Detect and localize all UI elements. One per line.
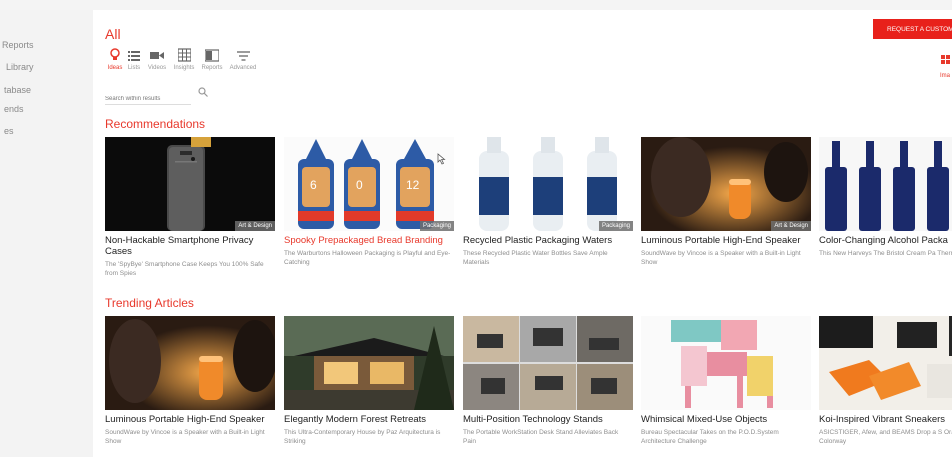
image-view-toggle[interactable]: Ima	[938, 51, 952, 79]
trending-articles-heading: Trending Articles	[105, 296, 194, 310]
card-title[interactable]: Elegantly Modern Forest Retreats	[284, 414, 454, 425]
category-tag: Art & Design	[235, 221, 275, 231]
trending-card[interactable]: Koi-Inspired Vibrant Sneakers ASICSTIGER…	[819, 316, 952, 448]
insights-icon	[177, 48, 191, 62]
sidebar-item-es[interactable]: es	[4, 126, 14, 136]
search-icon[interactable]	[198, 87, 208, 97]
card-title[interactable]: Koi-Inspired Vibrant Sneakers	[819, 414, 952, 425]
recommendation-card[interactable]: Color-Changing Alcohol Packa This New Ha…	[819, 137, 952, 269]
request-custom-report-button[interactable]: Request a custom	[873, 19, 952, 39]
card-description: These Recycled Plastic Water Bottles Sav…	[463, 250, 608, 266]
card-title[interactable]: Luminous Portable High-End Speaker	[105, 414, 275, 425]
search-bar	[105, 87, 208, 105]
card-description: This New Harveys The Bristol Cream Pa Th…	[819, 250, 952, 257]
card-title[interactable]: Recycled Plastic Packaging Waters	[463, 235, 633, 246]
card-description: ASICSTIGER, Afew, and BEAMS Drop a S Ora…	[819, 429, 952, 445]
category-tag: Packaging	[419, 221, 454, 231]
svg-text:6: 6	[310, 178, 317, 192]
sidebar-item-reports[interactable]: Reports	[2, 40, 34, 50]
recommendation-card[interactable]: Art & Design Luminous Portable High-End …	[641, 137, 811, 269]
recommendation-card[interactable]: 6 0 12 Packaging Spooky Prepackaged Brea…	[284, 137, 454, 269]
recommendations-heading: Recommendations	[105, 117, 206, 131]
sidebar: Reports Library tabase ends es	[0, 10, 93, 457]
card-image-alcohol-bottles	[819, 137, 952, 231]
top-bar	[0, 0, 952, 10]
card-title[interactable]: Luminous Portable High-End Speaker	[641, 235, 811, 246]
trending-card[interactable]: Multi-Position Technology Stands The Por…	[463, 316, 633, 448]
card-description: This Ultra-Contemporary House by Paz Arq…	[284, 429, 441, 445]
sidebar-item-library[interactable]: Library	[6, 62, 34, 72]
advanced-filter-icon	[236, 51, 250, 61]
card-image-phone-case: Art & Design	[105, 137, 275, 231]
card-description: Bureau Spectacular Takes on the P.O.D.Sy…	[641, 429, 779, 445]
svg-text:12: 12	[406, 178, 420, 192]
card-image-forest-house	[284, 316, 454, 410]
filter-label: Insights	[173, 65, 195, 71]
card-description: The 'SpyBye' Smartphone Case Keeps You 1…	[105, 261, 264, 277]
card-image-mixed-use-objects	[641, 316, 811, 410]
filter-advanced[interactable]: Advanced	[228, 48, 258, 71]
filter-label: Videos	[147, 65, 167, 71]
card-title[interactable]: Spooky Prepackaged Bread Branding	[284, 235, 454, 246]
filter-reports[interactable]: Reports	[197, 48, 227, 71]
reports-icon	[205, 49, 219, 62]
trending-card[interactable]: Whimsical Mixed-Use Objects Bureau Spect…	[641, 316, 811, 448]
page-title: All	[105, 26, 121, 42]
card-image-tech-stands	[463, 316, 633, 410]
video-icon	[150, 52, 164, 59]
category-tag: Packaging	[598, 221, 633, 231]
trending-card[interactable]: Elegantly Modern Forest Retreats This Ul…	[284, 316, 454, 448]
card-image-bread-packaging: 6 0 12 Packaging	[284, 137, 454, 231]
grid-icon	[940, 55, 950, 64]
grid-label: Ima	[939, 73, 950, 79]
mouse-cursor-icon	[437, 153, 446, 165]
sidebar-item-database[interactable]: tabase	[4, 85, 31, 95]
card-title[interactable]: Multi-Position Technology Stands	[463, 414, 633, 425]
card-title[interactable]: Non-Hackable Smartphone Privacy Cases	[105, 235, 275, 257]
sidebar-item-trends[interactable]: ends	[4, 104, 24, 114]
card-title[interactable]: Whimsical Mixed-Use Objects	[641, 414, 811, 425]
card-image-sneakers	[819, 316, 952, 410]
card-description: The Warburtons Halloween Packaging is Pl…	[284, 250, 451, 266]
recommendation-card[interactable]: Packaging Recycled Plastic Packaging Wat…	[463, 137, 633, 269]
svg-text:0: 0	[356, 178, 363, 192]
card-description: SoundWave by Vincoe is a Speaker with a …	[641, 250, 801, 266]
card-description: SoundWave by Vincoe is a Speaker with a …	[105, 429, 265, 445]
recommendation-card[interactable]: Art & Design Non-Hackable Smartphone Pri…	[105, 137, 275, 277]
filter-videos[interactable]: Videos	[142, 48, 172, 71]
filter-label: Advanced	[229, 65, 257, 71]
filter-insights[interactable]: Insights	[169, 48, 199, 71]
card-title[interactable]: Color-Changing Alcohol Packa	[819, 235, 952, 246]
trending-card[interactable]: Luminous Portable High-End Speaker Sound…	[105, 316, 275, 448]
filter-label: Reports	[201, 65, 223, 71]
card-image-speaker: Art & Design	[641, 137, 811, 231]
list-icon	[128, 51, 140, 61]
card-image-water-bottles: Packaging	[463, 137, 633, 231]
card-image-speaker	[105, 316, 275, 410]
search-input[interactable]	[105, 94, 191, 105]
category-tag: Art & Design	[771, 221, 811, 231]
card-description: The Portable WorkStation Desk Stand Alle…	[463, 429, 619, 445]
